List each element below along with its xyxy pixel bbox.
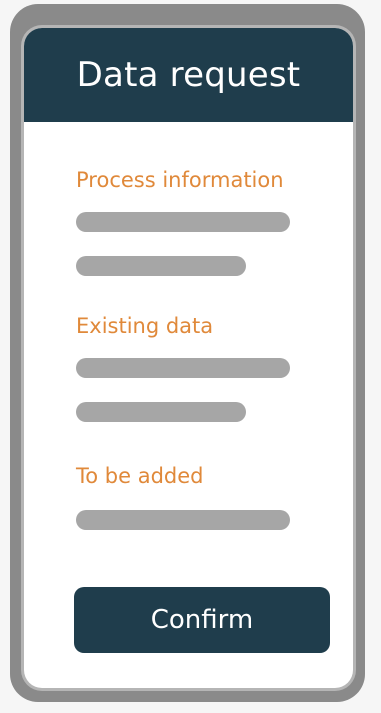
section-label-existing-data: Existing data (76, 314, 214, 338)
confirm-button[interactable]: Confirm (74, 587, 330, 653)
data-request-card: Data request Process information Existin… (24, 28, 353, 688)
placeholder-line (76, 402, 246, 422)
page-title: Data request (76, 55, 301, 95)
placeholder-line (76, 256, 246, 276)
placeholder-line (76, 510, 290, 530)
confirm-button-label: Confirm (150, 605, 254, 635)
placeholder-line (76, 358, 290, 378)
section-label-process-information: Process information (76, 168, 284, 192)
card-header: Data request (24, 28, 353, 122)
placeholder-line (76, 212, 290, 232)
section-label-to-be-added: To be added (76, 464, 204, 488)
